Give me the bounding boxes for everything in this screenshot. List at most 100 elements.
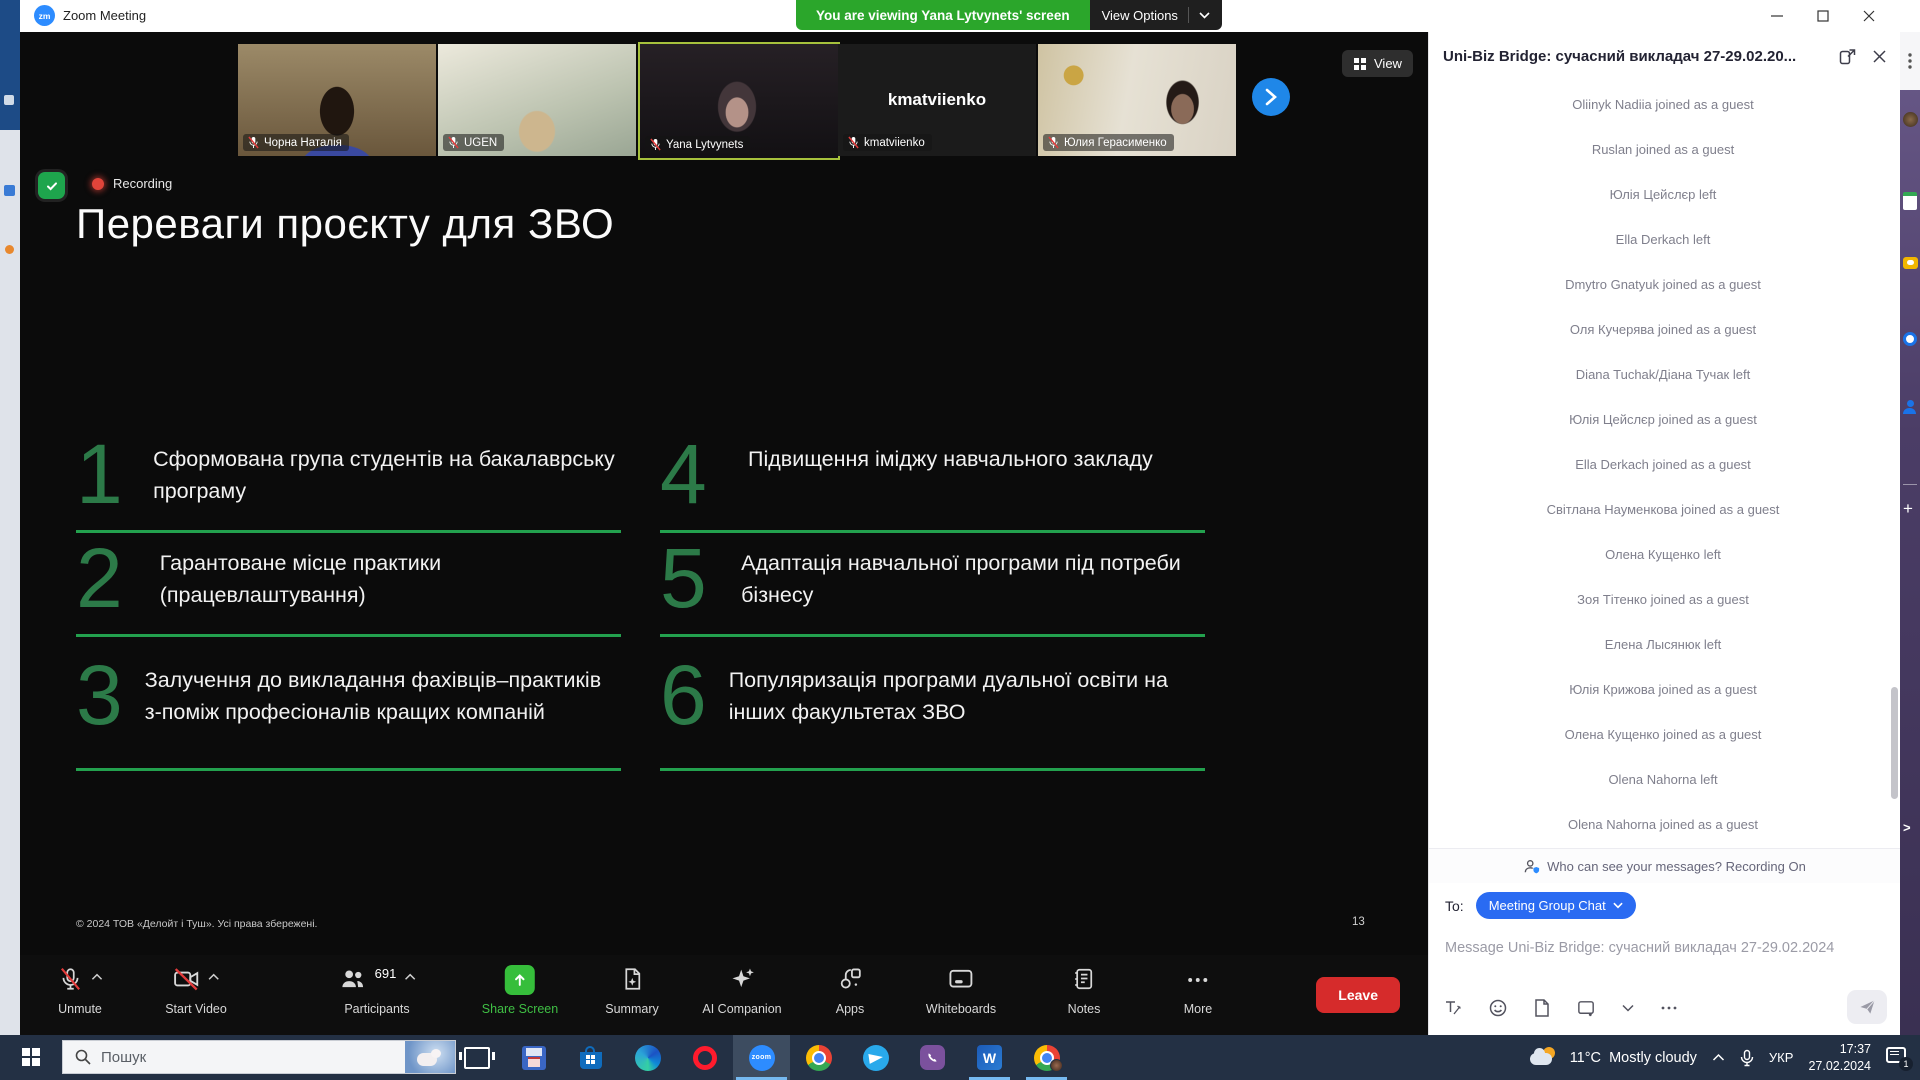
taskbar-app-edge[interactable] [619, 1035, 676, 1080]
view-options-button[interactable]: View Options [1090, 0, 1222, 30]
microsoft-store-icon [580, 1052, 602, 1069]
minimize-button[interactable] [1754, 0, 1800, 32]
chat-system-message: Зоя Тітенко joined as a guest [1441, 577, 1885, 622]
close-button[interactable] [1846, 0, 1892, 32]
taskbar-search[interactable]: Пошук [62, 1040, 456, 1074]
video-tile-no-video[interactable]: kmatviienko kmatviienko [838, 44, 1036, 156]
ai-companion-button[interactable]: AI Companion [702, 965, 781, 1016]
share-screen-label: Share Screen [482, 1002, 558, 1016]
participants-icon [339, 965, 367, 993]
check-icon [45, 179, 59, 193]
more-options-icon[interactable] [1659, 998, 1679, 1018]
calendar-icon[interactable] [1903, 192, 1917, 210]
notes-label: Notes [1068, 1002, 1101, 1016]
participant-name: Юлия Герасименко [1064, 137, 1167, 149]
video-tile[interactable]: Юлия Герасименко [1038, 44, 1236, 156]
chevron-down-icon[interactable] [1622, 1004, 1634, 1012]
video-tile-active-speaker[interactable]: Yana Lytvynets [638, 42, 840, 160]
chevron-up-icon[interactable] [92, 973, 103, 981]
pop-out-icon[interactable] [1839, 48, 1856, 65]
chat-message-input[interactable]: Message Uni-Biz Bridge: сучасний виклада… [1445, 940, 1875, 956]
weather-icon [1530, 1047, 1560, 1069]
participant-name-tag: Yana Lytvynets [645, 136, 750, 153]
close-chat-icon[interactable] [1872, 49, 1887, 64]
sidebar-app-icon[interactable] [1903, 257, 1918, 269]
chrome-icon [806, 1045, 832, 1071]
viber-icon [920, 1045, 945, 1070]
sidebar-add-icon[interactable]: + [1903, 500, 1913, 517]
video-tile[interactable]: Чорна Наталія [238, 44, 436, 156]
chat-message-list[interactable]: Oliinyk Nadiia joined as a guest Ruslan … [1441, 82, 1885, 847]
sidebar-app-icon[interactable] [1903, 332, 1917, 346]
slide-item-number: 1 [76, 440, 131, 530]
keyboard-language[interactable]: УКР [1769, 1050, 1794, 1065]
taskbar-app-word[interactable]: W [961, 1035, 1018, 1080]
notification-badge: 1 [1899, 1057, 1913, 1071]
participant-name-tag: kmatviienko [843, 134, 932, 151]
taskbar-app-store[interactable] [562, 1035, 619, 1080]
slide-title: Переваги проєкту для ЗВО [76, 200, 614, 248]
taskbar-app-floppy[interactable] [505, 1035, 562, 1080]
start-video-label: Start Video [165, 1002, 227, 1016]
emoji-icon[interactable] [1488, 998, 1508, 1018]
participant-name-tag: UGEN [443, 134, 504, 151]
slide-item-number: 2 [76, 544, 138, 634]
profile-avatar [1050, 1059, 1063, 1072]
start-button[interactable] [22, 1048, 40, 1066]
chevron-up-icon[interactable] [209, 973, 220, 981]
kebab-menu-icon[interactable] [1908, 53, 1912, 69]
participants-button[interactable]: 691 Participants [339, 965, 416, 1016]
maximize-button[interactable] [1800, 0, 1846, 32]
notes-button[interactable]: Notes [1068, 965, 1101, 1016]
taskbar-app-viber[interactable] [904, 1035, 961, 1080]
chat-system-message: Olena Nahorna left [1441, 757, 1885, 802]
chat-scrollbar[interactable] [1891, 687, 1898, 799]
weather-widget[interactable]: 11°C Mostly cloudy [1530, 1047, 1697, 1069]
send-message-button[interactable] [1847, 990, 1887, 1024]
slide-item-text: Адаптація навчальної програми під потреб… [741, 544, 1205, 634]
task-view-button[interactable] [448, 1035, 505, 1080]
zoom-app-icon: zm [34, 5, 55, 26]
chat-composer-toolbar [1443, 998, 1679, 1018]
sidebar-expand-icon[interactable]: > [1903, 820, 1911, 835]
taskbar-clock[interactable]: 17:37 27.02.2024 [1808, 1041, 1871, 1075]
notification-center-button[interactable]: 1 [1886, 1047, 1910, 1069]
background-mark [4, 95, 14, 105]
chevron-up-icon[interactable] [404, 973, 415, 981]
meeting-security-shield-icon[interactable] [38, 172, 65, 199]
taskbar-app-telegram[interactable] [847, 1035, 904, 1080]
tray-chevron-up-icon[interactable] [1712, 1053, 1725, 1062]
taskbar-app-zoom[interactable]: zoom [733, 1035, 790, 1080]
recipient-selector[interactable]: Meeting Group Chat [1476, 892, 1636, 919]
sidebar-avatar[interactable] [1903, 112, 1918, 127]
taskbar-app-chrome-profile[interactable] [1018, 1035, 1075, 1080]
next-participants-button[interactable] [1252, 78, 1290, 116]
more-button[interactable]: More [1184, 965, 1212, 1016]
tray-mic-icon[interactable] [1740, 1049, 1754, 1067]
share-screen-button[interactable]: Share Screen [482, 965, 558, 1016]
summary-button[interactable]: Summary [605, 965, 658, 1016]
chat-system-message: Olena Nahorna joined as a guest [1441, 802, 1885, 847]
leave-button[interactable]: Leave [1316, 977, 1400, 1013]
view-layout-button[interactable]: View [1342, 50, 1413, 77]
format-text-icon[interactable] [1443, 998, 1463, 1018]
weather-temperature: 11°C [1570, 1050, 1601, 1066]
chat-title: Uni-Biz Bridge: сучасний викладач 27-29.… [1443, 48, 1796, 65]
windows-taskbar: Пошук zoom W 11°C Mostly cloudy [0, 1035, 1920, 1080]
taskbar-app-chrome[interactable] [790, 1035, 847, 1080]
video-tile[interactable]: UGEN [438, 44, 636, 156]
sidebar-top [1900, 32, 1920, 90]
start-video-button[interactable]: Start Video [165, 965, 227, 1016]
taskbar-app-opera[interactable] [676, 1035, 733, 1080]
window-title: Zoom Meeting [63, 8, 146, 23]
sidebar-contact-icon[interactable] [1903, 400, 1917, 414]
attach-file-icon[interactable] [1533, 998, 1551, 1018]
clock-date: 27.02.2024 [1808, 1058, 1871, 1075]
unmute-button[interactable]: Unmute [58, 965, 103, 1016]
whiteboards-button[interactable]: Whiteboards [926, 965, 996, 1016]
participants-count: 691 [375, 966, 397, 981]
apps-button[interactable]: Apps [836, 965, 865, 1016]
mic-muted-icon [848, 136, 859, 149]
screenshot-icon[interactable] [1576, 998, 1597, 1018]
mic-muted-icon [248, 136, 259, 149]
